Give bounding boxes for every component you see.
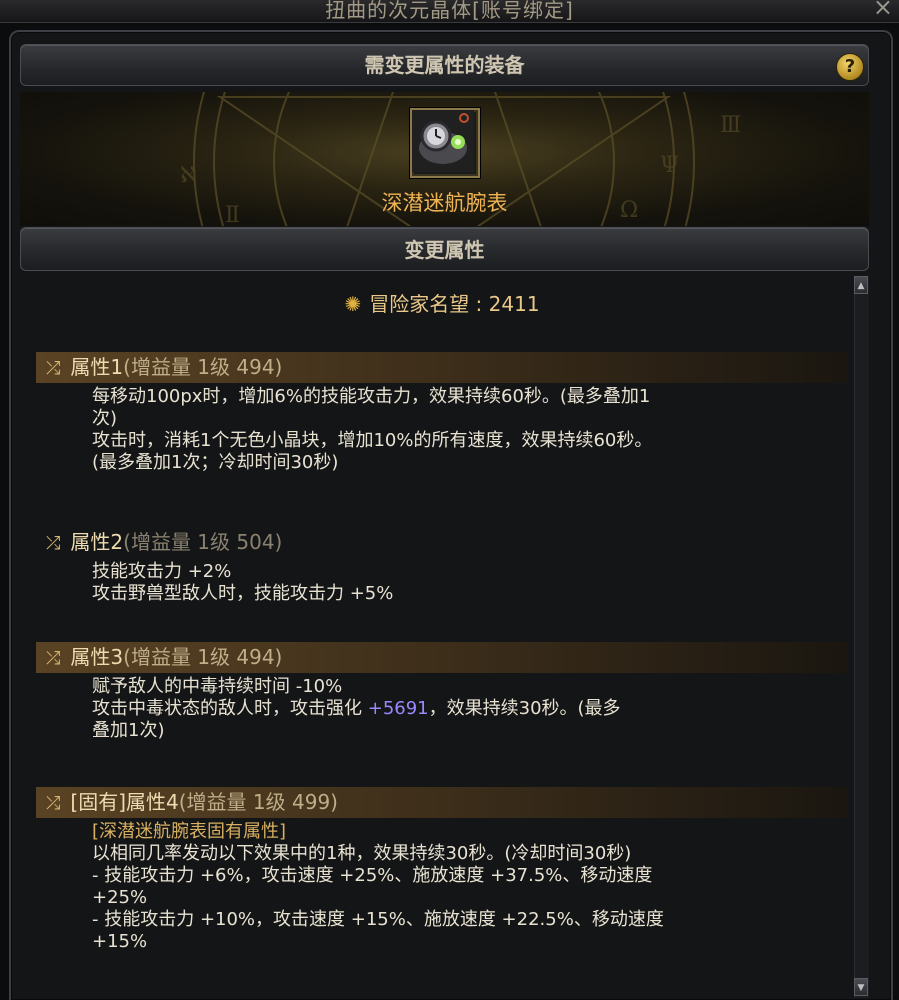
attribute-1-gain: (增益量 1级 494) <box>123 355 283 379</box>
description-line: 攻击时，消耗1个无色小晶块，增加10%的所有速度，效果持续60秒。 <box>92 430 653 451</box>
description-line: 赋予敌人的中毒持续时间 -10% <box>92 676 343 697</box>
attribute-3-gain: (增益量 1级 494) <box>123 645 283 669</box>
equip-section-header: 需变更属性的装备 ? <box>20 44 869 86</box>
attribute-4-description: [深潜迷航腕表固有属性] 以相同几率发动以下效果中的1种，效果持续30秒。(冷却… <box>36 821 848 953</box>
attribute-1-title: 属性1 <box>70 355 124 379</box>
description-line: 叠加1次) <box>92 720 165 741</box>
description-line: +25% <box>92 887 148 908</box>
scrollbar[interactable] <box>854 276 869 998</box>
equip-section-title: 需变更属性的装备 <box>364 53 525 77</box>
fame-row: ✺ 冒险家名望 : 2411 <box>344 292 540 316</box>
fixed-attribute-tag: [深潜迷航腕表固有属性] <box>92 821 287 842</box>
attribute-3-header[interactable]: ⤮ 属性3(增益量 1级 494) <box>36 642 848 673</box>
description-text: 攻击中毒状态的敌人时，攻击强化 <box>92 698 368 719</box>
shuffle-icon: ⤮ <box>46 793 61 814</box>
item-banner: ℵ Ⅱ Ψ Ω Ⅲ 深潜迷航腕表 <box>20 92 869 226</box>
window-titlebar: 扭曲的次元晶体[账号绑定] × <box>0 0 899 23</box>
change-section-header: 变更属性 <box>20 227 869 271</box>
description-line: 技能攻击力 +2% <box>92 561 232 582</box>
shuffle-icon: ⤮ <box>46 533 61 554</box>
attribute-4-gain: (增益量 1级 499) <box>178 790 338 814</box>
description-line: 次) <box>92 408 118 429</box>
svg-text:ℵ: ℵ <box>180 163 196 188</box>
attribute-3-title: 属性3 <box>70 645 124 669</box>
description-line: (最多叠加1次；冷却时间30秒) <box>92 452 339 473</box>
description-line: - 技能攻击力 +6%，攻击速度 +25%、施放速度 +37.5%、移动速度 <box>92 865 653 886</box>
help-icon[interactable]: ? <box>836 53 864 81</box>
attribute-2-title: 属性2 <box>70 530 124 554</box>
watch-icon <box>412 110 474 172</box>
attribute-1-description: 每移动100px时，增加6%的技能攻击力，效果持续60秒。(最多叠加1 次) 攻… <box>36 386 848 474</box>
description-line: - 技能攻击力 +10%，攻击速度 +15%、施放速度 +22.5%、移动速度 <box>92 909 664 930</box>
svg-text:Ψ: Ψ <box>660 153 679 178</box>
description-line: +15% <box>92 931 148 952</box>
attribute-1: ⤮ 属性1(增益量 1级 494) 每移动100px时，增加6%的技能攻击力，效果… <box>36 352 848 474</box>
window-title: 扭曲的次元晶体[账号绑定] <box>325 0 574 22</box>
item-name: 深潜迷航腕表 <box>381 191 508 215</box>
scroll-up-button[interactable]: ▲ <box>854 276 868 294</box>
shuffle-icon: ⤮ <box>46 358 61 379</box>
item-slot[interactable] <box>410 108 480 178</box>
attribute-3-description: 赋予敌人的中毒持续时间 -10% 攻击中毒状态的敌人时，攻击强化 +5691，效… <box>36 676 848 742</box>
scroll-down-button[interactable]: ▼ <box>854 978 868 996</box>
description-line: 攻击野兽型敌人时，技能攻击力 +5% <box>92 583 394 604</box>
close-icon[interactable]: × <box>873 0 893 21</box>
attribute-2: ⤮ 属性2(增益量 1级 504) 技能攻击力 +2% 攻击野兽型敌人时，技能攻击… <box>36 527 848 605</box>
change-section-title: 变更属性 <box>404 238 485 262</box>
description-text: ，效果持续30秒。(最多 <box>428 698 621 719</box>
attribute-4: ⤮ [固有]属性4(增益量 1级 499) [深潜迷航腕表固有属性] 以相同几率发… <box>36 787 848 953</box>
attribute-1-header[interactable]: ⤮ 属性1(增益量 1级 494) <box>36 352 848 383</box>
attribute-4-title: [固有]属性4 <box>70 790 179 814</box>
description-line: 攻击中毒状态的敌人时，攻击强化 +5691，效果持续30秒。(最多 <box>92 698 792 720</box>
description-line: 每移动100px时，增加6%的技能攻击力，效果持续60秒。(最多叠加1 <box>92 386 651 407</box>
fame-star-icon: ✺ <box>344 292 362 316</box>
highlight-value: +5691 <box>367 698 429 719</box>
attribute-4-header[interactable]: ⤮ [固有]属性4(增益量 1级 499) <box>36 787 848 818</box>
attribute-2-header[interactable]: ⤮ 属性2(增益量 1级 504) <box>36 527 848 558</box>
attribute-3: ⤮ 属性3(增益量 1级 494) 赋予敌人的中毒持续时间 -10% 攻击中毒状态… <box>36 642 848 742</box>
svg-text:Ⅲ: Ⅲ <box>720 113 741 138</box>
attribute-2-gain: (增益量 1级 504) <box>123 530 283 554</box>
attribute-2-description: 技能攻击力 +2% 攻击野兽型敌人时，技能攻击力 +5% <box>36 561 848 605</box>
shuffle-icon: ⤮ <box>46 648 61 669</box>
fame-value: 2411 <box>488 292 540 316</box>
fame-label: 冒险家名望 <box>369 292 470 316</box>
description-line: 以相同几率发动以下效果中的1种，效果持续30秒。(冷却时间30秒) <box>92 843 632 864</box>
